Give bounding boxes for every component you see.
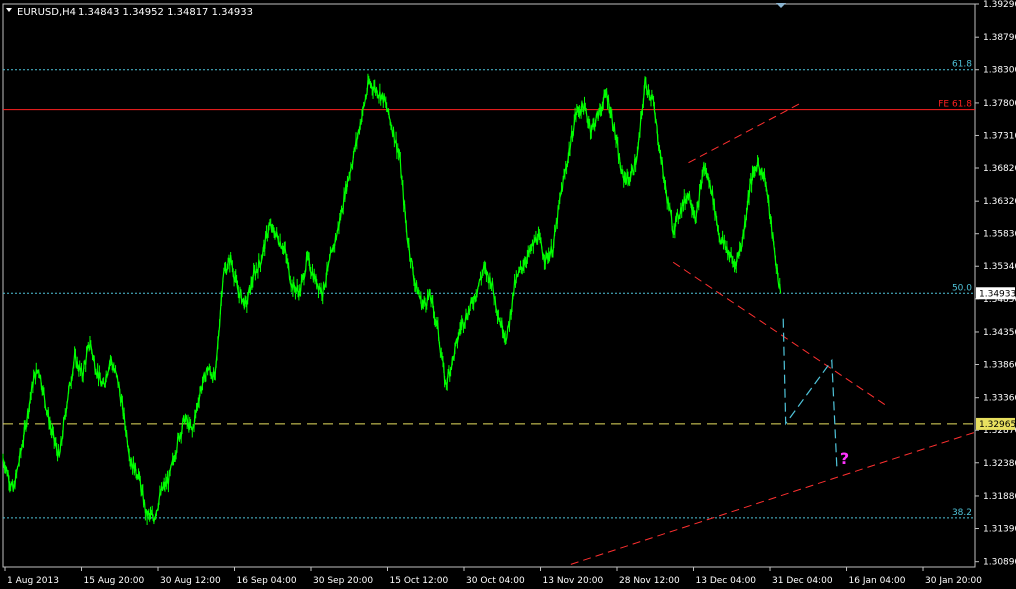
x-tick-label: 15 Aug 20:00 <box>84 576 145 586</box>
y-tick-label: 1.36320 <box>983 197 1016 207</box>
y-tick-label: 1.30890 <box>983 558 1016 568</box>
current-price-tag-text: 1.34933 <box>979 289 1016 299</box>
x-tick-label: 13 Nov 20:00 <box>543 576 604 586</box>
x-tick-label: 30 Sep 20:00 <box>313 576 373 586</box>
price-chart[interactable]: 61.8 FE 61.8 50.0 38.2 ? 1.39290 1.38790 1.38… <box>0 0 1016 589</box>
chart-background <box>0 0 1016 589</box>
x-tick-label: 16 Jan 04:00 <box>849 576 906 586</box>
y-tick-label: 1.34350 <box>983 328 1016 338</box>
ohlc-readout: 1.34843 1.34952 1.34817 1.34933 <box>78 7 253 18</box>
y-tick-label: 1.33360 <box>983 394 1016 404</box>
chart-header: EURUSD,H4 1.34843 1.34952 1.34817 1.3493… <box>6 7 253 18</box>
x-tick-label: 15 Oct 12:00 <box>390 576 449 586</box>
y-tick-label: 1.38790 <box>983 33 1016 43</box>
y-tick-label: 1.38300 <box>983 66 1016 76</box>
y-tick-label: 1.33860 <box>983 361 1016 371</box>
level-label-2: 50.0 <box>952 283 972 293</box>
symbol-label: EURUSD,H4 <box>17 7 76 18</box>
x-tick-label: 1 Aug 2013 <box>7 576 59 586</box>
x-tick-label: 28 Nov 12:00 <box>619 576 680 586</box>
y-tick-label: 1.35830 <box>983 230 1016 240</box>
y-tick-label: 1.36820 <box>983 164 1016 174</box>
x-tick-label: 30 Oct 04:00 <box>466 576 525 586</box>
y-tick-label: 1.35340 <box>983 262 1016 272</box>
y-tick-label: 1.31880 <box>983 492 1016 502</box>
level-label-1: FE 61.8 <box>938 100 972 110</box>
y-tick-label: 1.37800 <box>983 99 1016 109</box>
y-tick-label: 1.39290 <box>983 0 1016 10</box>
x-tick-label: 30 Aug 12:00 <box>160 576 221 586</box>
x-tick-label: 13 Dec 04:00 <box>696 576 757 586</box>
y-tick-label: 1.31390 <box>983 524 1016 534</box>
question-annotation: ? <box>840 449 849 468</box>
y-tick-label: 1.37310 <box>983 131 1016 141</box>
level-price-tag-text: 1.32965 <box>979 420 1016 430</box>
y-tick-label: 1.32380 <box>983 459 1016 469</box>
x-tick-label: 31 Dec 04:00 <box>772 576 833 586</box>
level-label-4: 38.2 <box>952 508 972 518</box>
x-tick-label: 16 Sep 04:00 <box>237 576 297 586</box>
x-tick-label: 30 Jan 20:00 <box>925 576 982 586</box>
level-label-0: 61.8 <box>952 60 972 70</box>
